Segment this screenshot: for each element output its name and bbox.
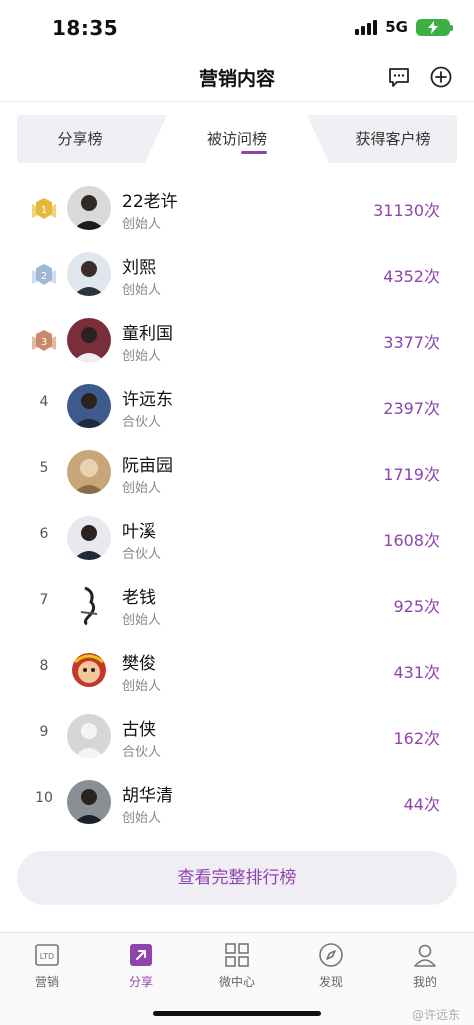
person-name: 老钱 <box>122 588 156 608</box>
gold-medal-icon: 1 <box>30 196 58 222</box>
avatar <box>67 450 111 494</box>
svg-text:3: 3 <box>41 337 47 348</box>
status-time: 18:35 <box>52 16 119 40</box>
ranking-row[interactable]: 4 许远东 合伙人 2397次 <box>0 374 474 440</box>
tabbar-label: 营销 <box>34 975 59 989</box>
visit-count: 3377次 <box>383 333 440 352</box>
tabbar-label: 发现 <box>318 975 343 989</box>
tab-visited-ranking-label: 被访问榜 <box>206 130 267 148</box>
person-name: 叶溪 <box>122 522 156 542</box>
ranking-row[interactable]: 3 童利国 创始人 3377次 <box>0 308 474 374</box>
person-name: 胡华清 <box>122 786 173 806</box>
compass-icon <box>317 941 345 969</box>
ranking-row[interactable]: 2 刘熙 创始人 4352次 <box>0 242 474 308</box>
default-avatar-icon <box>67 714 111 758</box>
grid-icon <box>223 941 251 969</box>
visit-count: 2397次 <box>383 399 440 418</box>
tabbar-item-marketing[interactable]: LTD 营销 <box>0 941 94 990</box>
avatar <box>67 186 111 230</box>
tabbar-item-discover[interactable]: 发现 <box>284 941 378 990</box>
status-indicators: 5G <box>355 18 453 36</box>
person-name: 阮亩园 <box>122 456 173 476</box>
silver-medal-icon: 2 <box>30 262 58 288</box>
rank-number: 5 <box>39 460 49 476</box>
rank-number: 4 <box>39 394 49 410</box>
signal-icon <box>355 19 378 35</box>
ranking-row[interactable]: 9 古侠 合伙人 162次 <box>0 704 474 770</box>
visit-count: 4352次 <box>383 267 440 286</box>
tabbar-item-micro-center[interactable]: 微中心 <box>190 941 284 990</box>
person-role: 创始人 <box>122 481 162 496</box>
person-name: 樊俊 <box>122 654 156 674</box>
avatar <box>67 648 111 692</box>
nav-bar: 营销内容 <box>0 56 474 102</box>
view-full-ranking-button[interactable]: 查看完整排行榜 <box>17 851 457 905</box>
avatar <box>67 384 111 428</box>
tab-visited-ranking[interactable]: 被访问榜 <box>145 115 329 163</box>
ranking-row[interactable]: 5 阮亩园 创始人 1719次 <box>0 440 474 506</box>
visit-count: 1608次 <box>383 531 440 550</box>
rank-number: 9 <box>39 724 49 740</box>
person-role: 合伙人 <box>122 415 162 430</box>
ranking-row[interactable]: 8 樊俊 创始人 431次 <box>0 638 474 704</box>
person-role: 创始人 <box>122 217 162 232</box>
person-name: 童利国 <box>122 324 173 344</box>
tabbar-label: 微中心 <box>218 975 255 989</box>
person-role: 合伙人 <box>122 547 162 562</box>
svg-text:1: 1 <box>41 205 47 216</box>
visit-count: 31130次 <box>373 201 440 220</box>
ranking-row[interactable]: 6 叶溪 合伙人 1608次 <box>0 506 474 572</box>
person-name: 刘熙 <box>122 258 156 278</box>
person-name: 22老许 <box>122 192 178 212</box>
visit-count: 431次 <box>393 663 440 682</box>
ltd-icon: LTD <box>33 941 61 969</box>
visit-count: 1719次 <box>383 465 440 484</box>
svg-text:LTD: LTD <box>40 952 54 961</box>
avatar <box>67 516 111 560</box>
avatar <box>67 318 111 362</box>
rank-number: 6 <box>39 526 49 542</box>
visit-count: 44次 <box>403 795 440 814</box>
person-role: 创始人 <box>122 283 162 298</box>
person-role: 创始人 <box>122 349 162 364</box>
battery-icon <box>416 18 453 36</box>
tab-customer-ranking[interactable]: 获得客户榜 <box>329 115 457 163</box>
home-indicator <box>153 1011 321 1016</box>
tab-share-ranking[interactable]: 分享榜 <box>17 115 143 163</box>
watermark: @许远东 <box>411 1008 460 1022</box>
tabbar-item-share[interactable]: 分享 <box>94 941 188 990</box>
person-name: 许远东 <box>122 390 173 410</box>
ranking-tabs: 分享榜 被访问榜 获得客户榜 <box>17 115 457 163</box>
tabbar-item-mine[interactable]: 我的 <box>378 941 472 990</box>
person-role: 合伙人 <box>122 745 162 760</box>
rank-number: 8 <box>39 658 49 674</box>
person-icon <box>411 941 439 969</box>
network-label: 5G <box>385 18 408 36</box>
person-name: 古侠 <box>122 720 156 740</box>
avatar <box>67 582 111 626</box>
visit-count: 925次 <box>393 597 440 616</box>
visit-count: 162次 <box>393 729 440 748</box>
rank-number: 10 <box>35 790 53 806</box>
ranking-row[interactable]: 1 22老许 创始人 31130次 <box>0 176 474 242</box>
tabbar-label: 分享 <box>128 975 153 989</box>
share-icon <box>127 941 155 969</box>
avatar <box>67 252 111 296</box>
message-icon[interactable] <box>386 64 412 90</box>
bronze-medal-icon: 3 <box>30 328 58 354</box>
add-icon[interactable] <box>428 64 454 90</box>
person-role: 创始人 <box>122 613 162 628</box>
status-bar: 18:35 5G <box>0 0 474 56</box>
active-tab-indicator <box>241 151 267 154</box>
ranking-row[interactable]: 10 胡华清 创始人 44次 <box>0 770 474 836</box>
ranking-row[interactable]: 7 老钱 创始人 925次 <box>0 572 474 638</box>
tabbar-label: 我的 <box>412 975 437 989</box>
person-role: 创始人 <box>122 811 162 826</box>
person-role: 创始人 <box>122 679 162 694</box>
avatar <box>67 780 111 824</box>
svg-text:2: 2 <box>41 271 47 282</box>
rank-number: 7 <box>39 592 49 608</box>
